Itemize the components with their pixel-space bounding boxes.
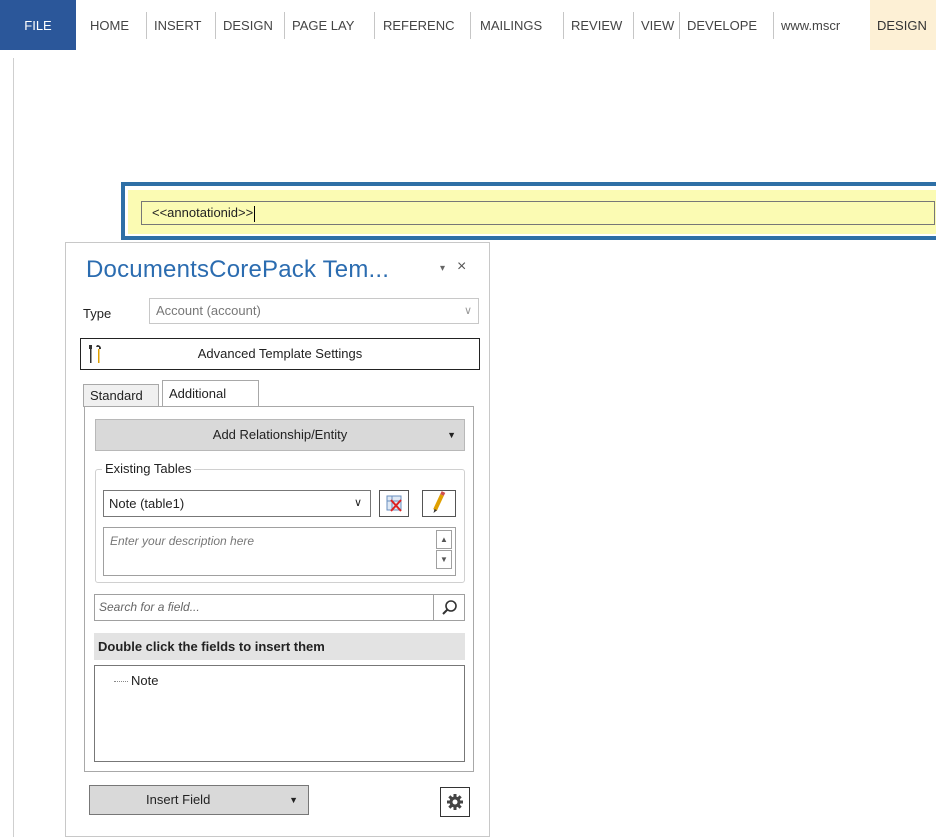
chevron-down-icon: ∨: [353, 497, 362, 509]
advanced-settings-label: Advanced Template Settings: [197, 346, 363, 361]
advanced-template-settings-button[interactable]: Advanced Template Settings: [80, 338, 480, 370]
pane-title: DocumentsCorePack Tem...: [86, 256, 390, 283]
scroll-up-icon[interactable]: ▲: [436, 530, 452, 549]
pencil-icon: [433, 491, 446, 513]
tab-additional[interactable]: Additional: [162, 380, 259, 408]
dropdown-arrow-icon: ▼: [447, 430, 456, 440]
pane-options-icon[interactable]: ▾: [440, 263, 445, 274]
tab-design[interactable]: DESIGN: [216, 0, 280, 50]
insert-field-label: Insert Field: [146, 792, 211, 807]
tab-separator: [374, 12, 375, 39]
description-textarea[interactable]: Enter your description here ▲ ▼: [103, 527, 456, 576]
tree-connector: [114, 681, 128, 683]
text-cursor: [254, 205, 256, 222]
existing-table-value: Note (table1): [109, 496, 185, 511]
ribbon-tab-bar: FILE HOME INSERT DESIGN PAGE LAY REFEREN…: [0, 0, 936, 50]
tab-separator: [470, 12, 471, 39]
description-placeholder: Enter your description here: [110, 534, 255, 548]
tree-item-note[interactable]: Note: [114, 673, 158, 688]
tab-references[interactable]: REFERENC: [376, 0, 462, 50]
gear-icon: [447, 794, 463, 810]
insert-field-button[interactable]: Insert Field ▼: [89, 785, 309, 815]
dropdown-arrow-icon: ▼: [289, 795, 298, 805]
tab-page-layout[interactable]: PAGE LAY: [285, 0, 361, 50]
close-icon[interactable]: ×: [457, 258, 466, 276]
annotation-merge-field[interactable]: <<annotationid>>: [141, 201, 935, 225]
description-scrollbar[interactable]: ▲ ▼: [436, 530, 454, 573]
scroll-down-icon[interactable]: ▼: [436, 550, 452, 569]
tab-view[interactable]: VIEW: [634, 0, 681, 50]
tab-file[interactable]: FILE: [0, 0, 76, 50]
tab-addin[interactable]: www.mscr: [774, 0, 847, 50]
existing-tables-label: Existing Tables: [102, 461, 195, 476]
merge-field-text: <<annotationid>>: [152, 205, 254, 220]
search-button[interactable]: [433, 594, 465, 621]
search-placeholder: Search for a field...: [99, 600, 200, 614]
tree-item-label: Note: [131, 673, 159, 688]
delete-table-icon: [386, 495, 402, 512]
chevron-down-icon: ∨: [463, 305, 472, 317]
type-select[interactable]: Account (account) ∨: [149, 298, 479, 324]
tab-review[interactable]: REVIEW: [564, 0, 629, 50]
tab-home[interactable]: HOME: [83, 0, 136, 50]
tab-developer[interactable]: DEVELOPE: [680, 0, 764, 50]
tab-mailings[interactable]: MAILINGS: [473, 0, 549, 50]
document-margin-rule: [13, 58, 14, 837]
add-relationship-entity-button[interactable]: Add Relationship/Entity ▼: [95, 419, 465, 451]
field-search-input[interactable]: Search for a field...: [94, 594, 434, 621]
search-icon: [442, 600, 457, 615]
tab-insert[interactable]: INSERT: [147, 0, 208, 50]
delete-table-button[interactable]: [379, 490, 409, 517]
tools-icon: [89, 345, 101, 363]
existing-table-select[interactable]: Note (table1) ∨: [103, 490, 371, 517]
fields-tree: Note: [94, 665, 465, 762]
type-label: Type: [83, 306, 112, 321]
settings-button[interactable]: [440, 787, 470, 817]
add-relationship-label: Add Relationship/Entity: [212, 427, 348, 442]
fields-header: Double click the fields to insert them: [94, 633, 465, 660]
tab-design-contextual[interactable]: DESIGN: [870, 0, 936, 50]
tab-standard[interactable]: Standard: [83, 384, 159, 407]
type-select-value: Account (account): [156, 303, 261, 318]
edit-table-button[interactable]: [422, 490, 456, 517]
